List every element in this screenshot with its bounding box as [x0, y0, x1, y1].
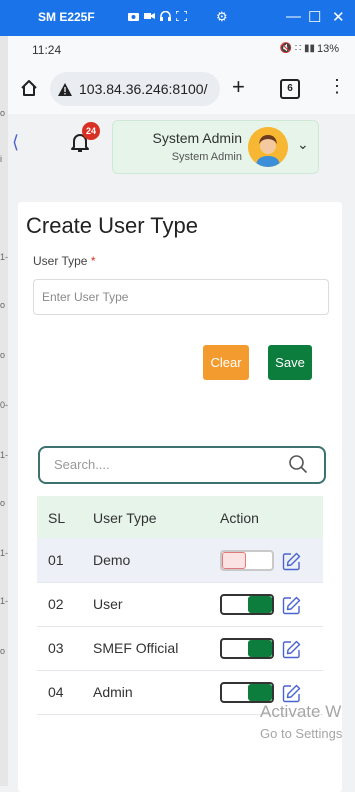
header-sl: SL: [48, 510, 66, 526]
chevron-down-icon[interactable]: ⌄: [297, 136, 309, 153]
new-tab-icon[interactable]: +: [232, 75, 245, 99]
status-toggle-on[interactable]: [220, 682, 274, 703]
edit-icon[interactable]: [282, 596, 301, 615]
headphones-icon[interactable]: [160, 10, 171, 21]
home-icon[interactable]: [20, 79, 38, 97]
back-chevron-icon[interactable]: ⟨: [12, 132, 19, 153]
user-type-label: User Type *: [33, 254, 95, 268]
table-row: 03 SMEF Official: [37, 626, 323, 671]
table-row: 02 User: [37, 582, 323, 627]
battery-level: 13%: [316, 43, 339, 55]
row-sl: 01: [48, 552, 64, 568]
edit-icon[interactable]: [282, 684, 301, 703]
address-bar[interactable]: 103.84.36.246:8100/: [50, 72, 220, 106]
browser-toolbar: 103.84.36.246:8100/ + 6 ⋮: [8, 64, 355, 115]
activation-watermark-sub: Go to Settings: [260, 726, 343, 741]
row-user-type: Demo: [93, 552, 131, 568]
row-sl: 04: [48, 684, 64, 700]
table-header: SL User Type Action: [37, 496, 323, 538]
user-type-input[interactable]: [33, 279, 329, 315]
status-time: 11:24: [32, 43, 62, 57]
camera-icon[interactable]: [128, 11, 139, 21]
background-app-strip: o i 1- o o 0- 1- o 1- 1- o: [0, 36, 8, 786]
more-menu-icon[interactable]: ⋮: [328, 76, 346, 96]
clear-button[interactable]: Clear: [203, 345, 249, 380]
header-user-type: User Type: [93, 510, 157, 526]
required-mark: *: [90, 254, 96, 268]
notification-badge: 24: [82, 122, 100, 140]
avatar[interactable]: [248, 127, 288, 167]
close-icon[interactable]: ✕: [332, 8, 345, 26]
row-sl: 03: [48, 640, 64, 656]
row-sl: 02: [48, 596, 64, 612]
edit-icon[interactable]: [282, 552, 301, 571]
status-toggle-on[interactable]: [220, 638, 274, 659]
user-type-label-text: User Type: [33, 254, 88, 268]
status-toggle-off[interactable]: [220, 550, 274, 571]
row-user-type: SMEF Official: [93, 640, 179, 656]
row-user-type: Admin: [93, 684, 133, 700]
create-user-type-card: Create User Type User Type * Clear Save: [18, 202, 342, 436]
signal-icon: 🔇 ∷ ▮▮: [279, 43, 315, 54]
app-header: ⟨ 24 System Admin System Admin ⌄: [8, 114, 355, 186]
activation-watermark: Activate W: [260, 702, 342, 721]
tab-count-button[interactable]: 6: [280, 79, 300, 99]
edit-icon[interactable]: [282, 640, 301, 659]
header-action: Action: [220, 510, 259, 526]
user-menu[interactable]: System Admin System Admin ⌄: [112, 120, 319, 174]
fullscreen-icon[interactable]: [175, 10, 188, 22]
status-toggle-on[interactable]: [220, 594, 274, 615]
table-row: 01 Demo: [37, 538, 323, 583]
gear-icon[interactable]: ⚙: [216, 9, 228, 25]
search-box[interactable]: [38, 446, 326, 484]
video-icon[interactable]: [144, 11, 155, 21]
row-user-type: User: [93, 596, 123, 612]
warning-icon[interactable]: [58, 82, 72, 96]
window-title-bar: SM E225F ⚙ — ☐ ✕: [0, 0, 355, 36]
page-title: Create User Type: [26, 213, 199, 238]
search-input[interactable]: [52, 456, 276, 473]
save-button[interactable]: Save: [268, 345, 312, 380]
search-icon[interactable]: [288, 454, 308, 474]
url-text[interactable]: 103.84.36.246:8100/: [79, 81, 207, 97]
minimize-icon[interactable]: —: [286, 8, 301, 25]
user-name: System Admin: [152, 130, 242, 146]
user-role: System Admin: [171, 151, 242, 163]
maximize-icon[interactable]: ☐: [308, 8, 321, 26]
phone-screen: 11:24 🔇 ∷ ▮▮ 13% 103.84.36.246:8100/ + 6…: [8, 36, 355, 792]
device-name: SM E225F: [38, 10, 95, 24]
window-tool-icons: [128, 10, 188, 22]
status-bar: 11:24 🔇 ∷ ▮▮ 13%: [8, 36, 355, 64]
